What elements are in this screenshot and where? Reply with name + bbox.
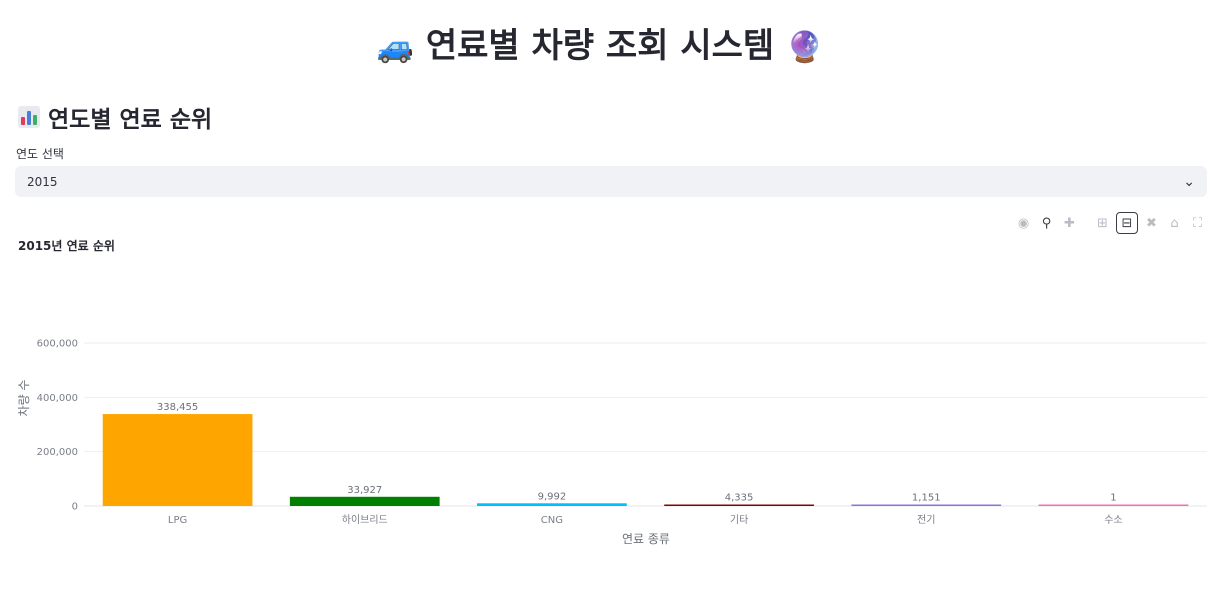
bar-0[interactable] (102, 414, 253, 506)
bar-value-label: 9,992 (538, 491, 567, 502)
x-axis-title: 연료 종류 (622, 532, 670, 546)
x-tick-label: 수소 (1104, 514, 1122, 526)
bar-4[interactable] (851, 504, 1002, 507)
y-tick-label: 0 (72, 502, 78, 513)
bar-3[interactable] (664, 504, 814, 507)
bar-value-label: 1 (1110, 493, 1116, 504)
bar-2[interactable] (477, 503, 627, 506)
y-tick-label: 600,000 (37, 339, 78, 350)
bar-chart: 0 200,000 400,000 600,000 338,455 LPG 33,927 하… (17, 339, 1207, 546)
x-tick-label: LPG (168, 515, 187, 526)
bar-value-label: 1,151 (912, 493, 941, 504)
y-axis-title: 차량 수 (17, 380, 31, 417)
y-tick-label: 200,000 (37, 447, 78, 458)
bar-value-label: 33,927 (347, 485, 382, 496)
x-tick-label: 기타 (730, 514, 748, 526)
bar-value-label: 4,335 (725, 493, 754, 504)
y-tick-label: 400,000 (37, 393, 78, 404)
bar-5[interactable] (1038, 504, 1189, 507)
x-tick-label: 전기 (917, 514, 935, 526)
x-tick-label: 하이브리드 (342, 513, 388, 526)
x-tick-label: CNG (541, 515, 563, 526)
bar-1[interactable] (289, 496, 440, 506)
bar-value-label: 338,455 (157, 402, 198, 413)
